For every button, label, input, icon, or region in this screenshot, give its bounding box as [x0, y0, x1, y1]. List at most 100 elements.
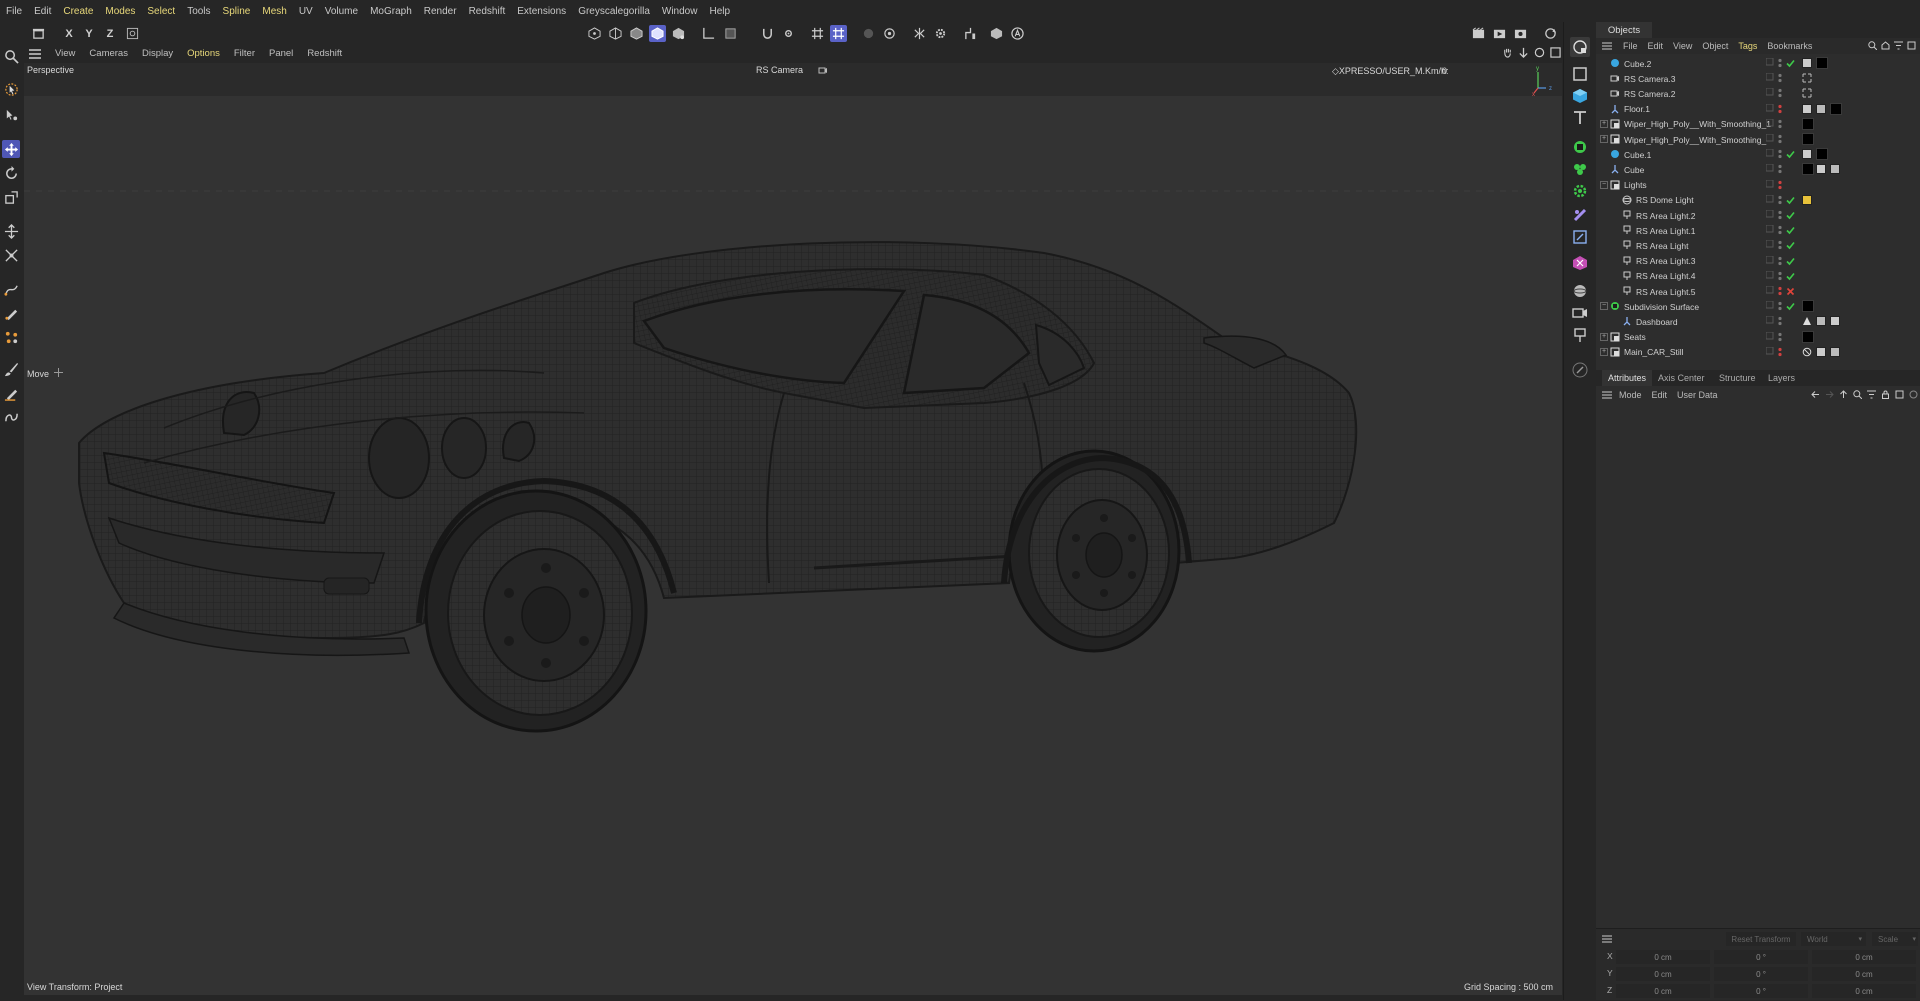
objects-search-icon[interactable]: [1868, 41, 1877, 50]
attributes-filter-icon[interactable]: [1867, 390, 1876, 399]
object-name[interactable]: Floor.1: [1624, 104, 1774, 114]
object-name[interactable]: Seats: [1624, 332, 1774, 342]
editor-render-visibility-icon[interactable]: [1766, 134, 1774, 145]
tag-black-icon[interactable]: [1802, 163, 1814, 176]
enabled-check-icon[interactable]: [1786, 211, 1795, 220]
coordinates-hamburger-icon[interactable]: [1602, 935, 1612, 943]
maximize-view-icon[interactable]: [1550, 47, 1561, 58]
viewport-menu-display[interactable]: Display: [135, 48, 180, 59]
visibility-dots-icon[interactable]: [1778, 88, 1782, 99]
object-row[interactable]: RS Area Light.5: [1596, 284, 1920, 299]
visibility-dots-icon[interactable]: [1778, 256, 1782, 267]
visibility-dots-icon[interactable]: [1778, 164, 1782, 175]
object-row[interactable]: RS Area Light: [1596, 238, 1920, 253]
editor-render-visibility-icon[interactable]: [1766, 240, 1774, 251]
tab-layers[interactable]: Layers: [1768, 370, 1795, 386]
visibility-dots-icon[interactable]: [1778, 225, 1782, 236]
position-field[interactable]: 0 cm: [1616, 984, 1710, 998]
visibility-dots-icon[interactable]: [1778, 286, 1782, 297]
size-mode-select[interactable]: Scale ▾: [1872, 932, 1918, 946]
menu-spline[interactable]: Spline: [217, 6, 257, 17]
object-row[interactable]: Floor.1: [1596, 102, 1920, 117]
object-name[interactable]: RS Camera.2: [1624, 89, 1774, 99]
expand-toggle-icon[interactable]: +: [1600, 347, 1608, 356]
object-row[interactable]: RS Camera.2: [1596, 86, 1920, 101]
coordinate-space-select[interactable]: World ▾: [1801, 932, 1866, 946]
editor-render-visibility-icon[interactable]: [1766, 179, 1774, 191]
objects-menu-tags[interactable]: Tags: [1733, 41, 1762, 51]
object-name[interactable]: Wiper_High_Poly__With_Smoothing_1: [1624, 119, 1774, 129]
settings-gear-icon[interactable]: [932, 25, 949, 42]
viewport-hamburger-icon[interactable]: [22, 48, 48, 59]
object-row[interactable]: Cube: [1596, 162, 1920, 177]
editor-render-visibility-icon[interactable]: [1766, 301, 1774, 312]
objects-hamburger-icon[interactable]: [1602, 42, 1612, 50]
visibility-dots-icon[interactable]: [1778, 332, 1782, 343]
object-row[interactable]: RS Dome Light: [1596, 193, 1920, 208]
effector-icon[interactable]: [1570, 227, 1590, 247]
editor-render-visibility-icon[interactable]: [1766, 255, 1774, 267]
model-mode-icon[interactable]: [649, 25, 666, 42]
editor-render-visibility-icon[interactable]: [1766, 225, 1774, 236]
editor-render-visibility-icon[interactable]: [1766, 118, 1774, 130]
visibility-dots-icon[interactable]: [1778, 316, 1782, 327]
visibility-dots-icon[interactable]: [1778, 180, 1782, 191]
visibility-dots-icon[interactable]: [1778, 240, 1782, 251]
attributes-menu-user-data[interactable]: User Data: [1672, 390, 1723, 400]
object-name[interactable]: RS Area Light.3: [1636, 256, 1774, 266]
object-name[interactable]: RS Area Light: [1636, 241, 1774, 251]
menu-volume[interactable]: Volume: [319, 6, 364, 17]
tag-display-icon[interactable]: [1802, 316, 1812, 326]
tweak-mode-icon[interactable]: [722, 25, 739, 42]
menu-edit[interactable]: Edit: [28, 6, 57, 17]
object-name[interactable]: RS Area Light.4: [1636, 271, 1774, 281]
object-name[interactable]: Wiper_High_Poly__With_Smoothing_: [1624, 135, 1774, 145]
expand-toggle-icon[interactable]: +: [1600, 119, 1608, 128]
editor-render-visibility-icon[interactable]: [1766, 331, 1774, 343]
expand-toggle-icon[interactable]: +: [1600, 135, 1608, 143]
visibility-dots-icon[interactable]: [1778, 134, 1782, 145]
size-field[interactable]: 0 cm: [1812, 984, 1916, 998]
objects-menu-bookmarks[interactable]: Bookmarks: [1762, 41, 1817, 51]
object-row[interactable]: Cube.1: [1596, 147, 1920, 162]
tag-phong-icon[interactable]: [1816, 316, 1826, 327]
live-selection-icon[interactable]: [2, 106, 20, 124]
rotation-field[interactable]: 0 °: [1714, 984, 1808, 998]
refresh-icon[interactable]: [1542, 25, 1559, 42]
object-name[interactable]: RS Area Light.5: [1636, 287, 1774, 297]
3d-viewport[interactable]: Perspective RS Camera ◇XPRESSO/USER_M.Km…: [24, 63, 1562, 995]
arrange-tool-icon[interactable]: [2, 246, 20, 264]
selection-tool-icon[interactable]: [2, 80, 20, 98]
object-name[interactable]: RS Area Light.2: [1636, 211, 1774, 221]
axis-mode-icon[interactable]: [700, 25, 717, 42]
enabled-check-icon[interactable]: [1786, 59, 1795, 68]
object-name[interactable]: RS Camera.3: [1624, 74, 1774, 84]
object-row[interactable]: Dashboard: [1596, 314, 1920, 329]
visibility-dots-icon[interactable]: [1778, 119, 1782, 130]
editor-render-visibility-icon[interactable]: [1766, 73, 1774, 84]
object-name[interactable]: Cube.2: [1624, 59, 1774, 69]
visibility-dots-icon[interactable]: [1778, 301, 1782, 312]
objects-menu-edit[interactable]: Edit: [1643, 41, 1669, 51]
visibility-dots-icon[interactable]: [1778, 195, 1782, 206]
pan-hand-icon[interactable]: [1502, 47, 1513, 58]
car-wireframe-model[interactable]: [24, 63, 1562, 995]
brush-tool-icon[interactable]: [2, 360, 20, 378]
tag-material-icon[interactable]: [1830, 316, 1840, 327]
viewport-menu-cameras[interactable]: Cameras: [82, 48, 135, 59]
object-name[interactable]: Lights: [1624, 180, 1774, 190]
render-active-view-icon[interactable]: [860, 25, 877, 42]
viewport-menu-panel[interactable]: Panel: [262, 48, 300, 59]
object-row[interactable]: + Seats: [1596, 330, 1920, 345]
attributes-search-icon[interactable]: [1853, 390, 1862, 399]
coordinate-system-icon[interactable]: [124, 25, 141, 42]
symmetry-icon[interactable]: [911, 25, 928, 42]
menu-mograph[interactable]: MoGraph: [364, 6, 418, 17]
forward-arrow-icon[interactable]: [1825, 390, 1834, 399]
attributes-lock-icon[interactable]: [1881, 390, 1890, 399]
grid-snap-icon[interactable]: [830, 25, 847, 42]
object-name[interactable]: Cube.1: [1624, 150, 1774, 160]
tag-black-icon[interactable]: [1816, 148, 1828, 161]
lock-x-axis-button[interactable]: X: [62, 25, 76, 42]
menu-help[interactable]: Help: [703, 6, 736, 17]
